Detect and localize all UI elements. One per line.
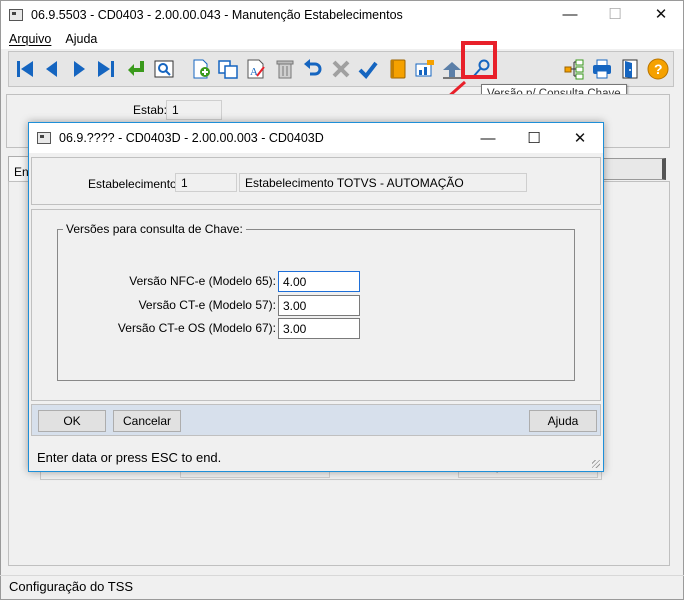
close-button[interactable]: ✕ <box>638 0 684 28</box>
nfce-version-label: Versão NFC-e (Modelo 65): <box>129 274 276 288</box>
cteos-version-input[interactable] <box>278 318 360 339</box>
cancel-button[interactable]: Cancelar <box>113 410 181 432</box>
dialog-minimize-button[interactable]: — <box>465 123 511 153</box>
dialog-body-panel: Versões para consulta de Chave: Versão N… <box>31 209 601 401</box>
resize-grip[interactable] <box>592 460 600 468</box>
estabelecimento-code-field[interactable]: 1 <box>175 173 237 192</box>
toolbar: A ? <box>8 51 674 87</box>
dialog-close-button[interactable]: ✕ <box>557 123 603 153</box>
menu-arquivo[interactable]: Arquivo <box>1 32 57 46</box>
tab-strip-end <box>600 158 666 180</box>
dialog-titlebar: 06.9.???? - CD0403D - 2.00.00.003 - CD04… <box>29 123 603 153</box>
cancel-icon[interactable] <box>329 57 353 81</box>
estab-field[interactable]: 1 <box>166 100 222 120</box>
menu-bar: Arquivo Ajuda <box>1 29 683 49</box>
cte-version-input[interactable] <box>278 295 360 316</box>
tab-en[interactable]: En <box>8 156 30 182</box>
first-record-icon[interactable] <box>13 57 37 81</box>
menu-ajuda[interactable]: Ajuda <box>57 32 103 46</box>
svg-text:A: A <box>250 66 258 78</box>
window-title: 06.9.5503 - CD0403 - 2.00.00.043 - Manut… <box>31 8 403 22</box>
previous-record-icon[interactable] <box>40 57 64 81</box>
cteos-version-label: Versão CT-e OS (Modelo 67): <box>117 321 276 335</box>
print-icon[interactable] <box>590 57 614 81</box>
estabelecimento-label: Estabelecimento: <box>88 177 181 191</box>
search-icon[interactable] <box>152 57 176 81</box>
minimize-button[interactable]: — <box>547 0 593 28</box>
save-icon[interactable] <box>356 57 380 81</box>
main-status-bar: Configuração do TSS <box>0 575 684 600</box>
consulta-chave-dialog: 06.9.???? - CD0403D - 2.00.00.003 - CD04… <box>28 122 604 472</box>
dialog-app-icon <box>37 132 51 144</box>
estab-label: Estab: <box>133 103 168 117</box>
undo-icon[interactable] <box>301 57 325 81</box>
cte-version-label: Versão CT-e (Modelo 57): <box>138 298 276 312</box>
help-icon[interactable]: ? <box>646 57 670 81</box>
dialog-status-text: Enter data or press ESC to end. <box>37 450 222 465</box>
app-icon <box>9 9 23 21</box>
main-titlebar: 06.9.5503 - CD0403 - 2.00.00.043 - Manut… <box>1 1 683 29</box>
add-icon[interactable] <box>189 57 213 81</box>
estabelecimento-name-field: Estabelecimento TOTVS - AUTOMAÇÃO <box>239 173 527 192</box>
exit-icon[interactable] <box>618 57 642 81</box>
copy-icon[interactable] <box>216 57 240 81</box>
help-button[interactable]: Ajuda <box>529 410 597 432</box>
versoes-group-title: Versões para consulta de Chave: <box>63 222 246 236</box>
dialog-header-panel: Estabelecimento: 1 Estabelecimento TOTVS… <box>31 157 601 205</box>
maximize-button[interactable]: ☐ <box>592 0 638 28</box>
dialog-button-bar: OK Cancelar Ajuda <box>31 404 601 436</box>
dialog-title: 06.9.???? - CD0403D - 2.00.00.003 - CD04… <box>59 131 324 145</box>
delete-icon[interactable] <box>273 57 297 81</box>
next-record-icon[interactable] <box>67 57 91 81</box>
last-record-icon[interactable] <box>94 57 118 81</box>
edit-icon[interactable]: A <box>244 57 268 81</box>
tree-icon[interactable] <box>562 57 586 81</box>
dialog-maximize-button[interactable]: ☐ <box>511 123 557 153</box>
ok-button[interactable]: OK <box>38 410 106 432</box>
goto-icon[interactable] <box>124 57 148 81</box>
nfce-version-input[interactable] <box>278 271 360 292</box>
svg-text:?: ? <box>654 61 663 77</box>
